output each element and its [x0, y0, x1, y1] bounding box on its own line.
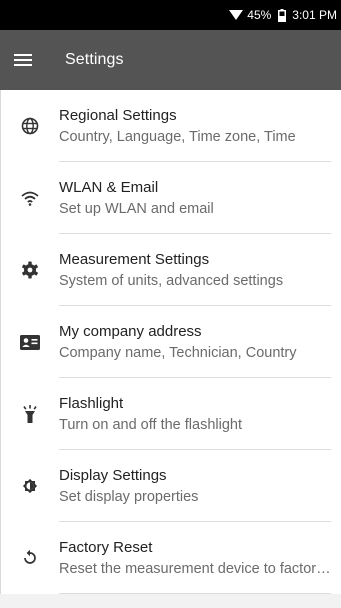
item-subtitle: Reset the measurement device to factory … [59, 561, 341, 577]
battery-icon [278, 8, 287, 22]
globe-icon [1, 90, 59, 162]
app-bar: Settings [0, 30, 341, 90]
item-title: Flashlight [59, 395, 124, 412]
item-subtitle: Set display properties [59, 489, 199, 505]
item-subtitle: Set up WLAN and email [59, 201, 214, 217]
item-title: Measurement Settings [59, 251, 210, 268]
clock: 3:01 PM [292, 8, 337, 22]
item-subtitle: Company name, Technician, Country [59, 345, 297, 361]
gear-icon [1, 234, 59, 306]
item-title: WLAN & Email [59, 179, 159, 196]
settings-item-wlan-email[interactable]: WLAN & Email Set up WLAN and email [1, 162, 341, 234]
status-bar: 45% 3:01 PM [0, 0, 341, 30]
item-title: Display Settings [59, 467, 167, 484]
item-title: My company address [59, 323, 202, 340]
settings-item-flashlight[interactable]: Flashlight Turn on and off the flashligh… [1, 378, 341, 450]
reset-icon [1, 522, 59, 594]
brightness-icon [1, 450, 59, 522]
wifi-icon [229, 9, 244, 21]
contact-card-icon [1, 306, 59, 378]
wifi-icon [1, 162, 59, 234]
flashlight-icon [1, 378, 59, 450]
settings-item-measurement[interactable]: Measurement Settings System of units, ad… [1, 234, 341, 306]
item-title: Factory Reset [59, 539, 153, 556]
item-subtitle: System of units, advanced settings [59, 273, 284, 289]
settings-item-factory-reset[interactable]: Factory Reset Reset the measurement devi… [1, 522, 341, 594]
item-subtitle: Turn on and off the flashlight [59, 417, 242, 433]
item-title: Regional Settings [59, 107, 177, 124]
hamburger-menu-icon[interactable] [0, 30, 46, 90]
settings-list: Regional Settings Country, Language, Tim… [0, 90, 341, 594]
page-title: Settings [65, 51, 124, 68]
settings-item-company-address[interactable]: My company address Company name, Technic… [1, 306, 341, 378]
settings-item-regional[interactable]: Regional Settings Country, Language, Tim… [1, 90, 341, 162]
list-bottom-edge [0, 594, 341, 608]
battery-percent: 45% [247, 8, 272, 22]
settings-item-display[interactable]: Display Settings Set display properties [1, 450, 341, 522]
item-subtitle: Country, Language, Time zone, Time [59, 129, 296, 145]
